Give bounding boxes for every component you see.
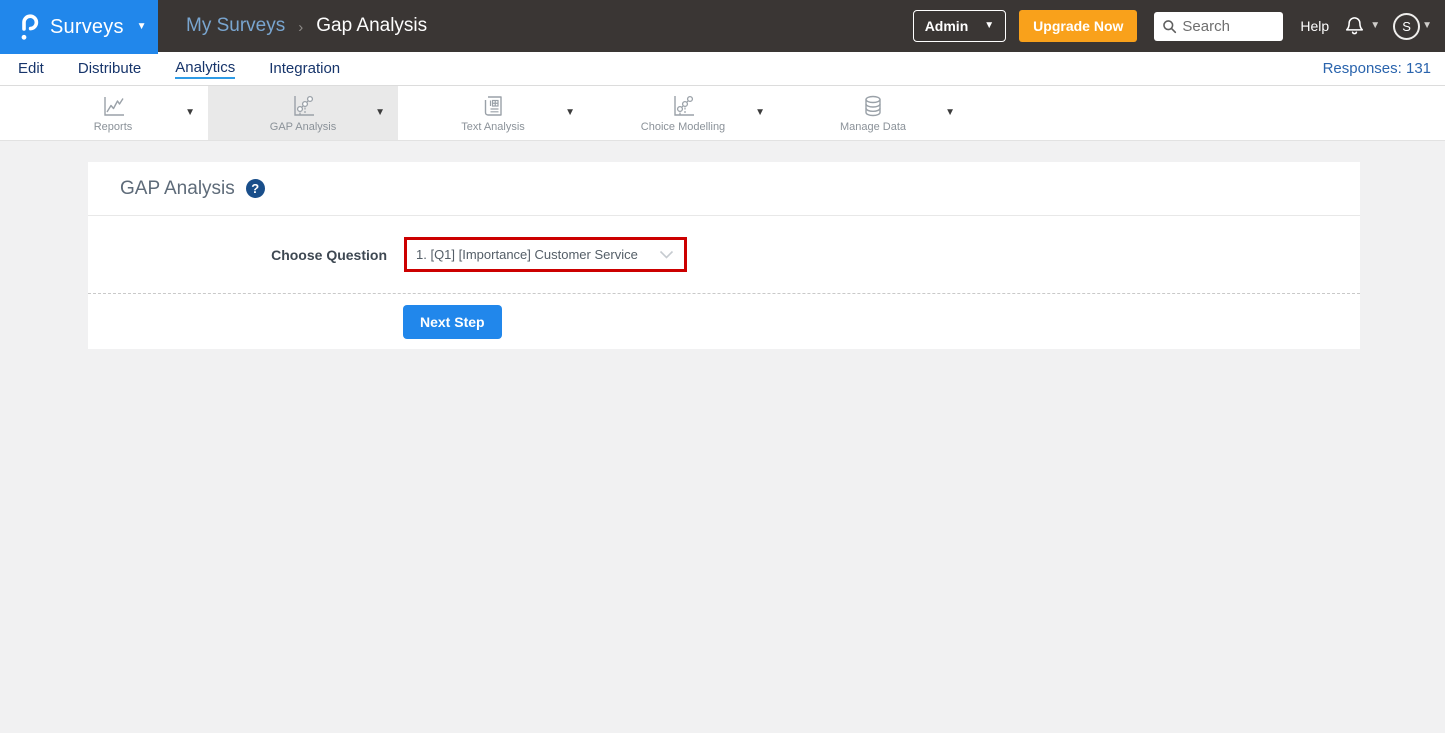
chevron-down-icon xyxy=(659,250,674,259)
tab-choice-modelling[interactable]: Choice Modelling ▼ xyxy=(588,86,778,140)
topbar-actions: Admin ▼ Upgrade Now Help ▼ xyxy=(913,10,1445,42)
document-grid-icon xyxy=(480,93,506,119)
upgrade-now-button[interactable]: Upgrade Now xyxy=(1019,10,1137,42)
analytics-toolbar: Reports ▼ GAP Analysis ▼ xyxy=(0,86,1445,141)
highlight-annotation-box: 1. [Q1] [Importance] Customer Service xyxy=(404,237,687,272)
breadcrumb-separator-icon: › xyxy=(298,19,303,36)
proprofs-p-logo-icon xyxy=(17,12,39,42)
choose-question-label: Choose Question xyxy=(88,247,387,263)
responses-count: Responses: 131 xyxy=(1323,52,1431,85)
chevron-down-icon[interactable]: ▼ xyxy=(185,107,195,118)
admin-dropdown-button[interactable]: Admin ▼ xyxy=(913,10,1006,42)
tab-text-analysis[interactable]: Text Analysis ▼ xyxy=(398,86,588,140)
bell-icon xyxy=(1343,14,1366,38)
search-icon xyxy=(1162,19,1177,34)
page-title: GAP Analysis xyxy=(120,178,235,200)
breadcrumb-current: Gap Analysis xyxy=(316,15,427,37)
nav-item-analytics[interactable]: Analytics xyxy=(175,52,235,85)
notifications-menu[interactable]: ▼ xyxy=(1343,14,1380,38)
card-header: GAP Analysis ? xyxy=(88,162,1360,216)
scatter-chart-icon xyxy=(670,93,696,119)
nav-item-edit[interactable]: Edit xyxy=(18,52,44,85)
line-chart-icon xyxy=(100,93,126,119)
search-input[interactable] xyxy=(1182,18,1274,35)
choose-question-row: Choose Question 1. [Q1] [Importance] Cus… xyxy=(88,216,1360,293)
avatar: S xyxy=(1393,13,1420,40)
breadcrumb: My Surveys › Gap Analysis xyxy=(186,15,427,37)
search-box xyxy=(1154,12,1283,41)
account-menu[interactable]: S ▼ xyxy=(1393,13,1432,40)
topbar: Surveys ▼ My Surveys › Gap Analysis Admi… xyxy=(0,0,1445,52)
main-content: GAP Analysis ? Choose Question 1. [Q1] [… xyxy=(0,141,1445,733)
product-name: Surveys xyxy=(50,16,124,39)
chevron-down-icon[interactable]: ▼ xyxy=(755,107,765,118)
card-footer: Next Step xyxy=(88,294,1360,349)
question-select-dropdown[interactable]: 1. [Q1] [Importance] Customer Service xyxy=(407,240,684,269)
tab-manage-data[interactable]: Manage Data ▼ xyxy=(778,86,968,140)
chevron-down-icon: ▼ xyxy=(1422,21,1432,31)
question-circle-icon[interactable]: ? xyxy=(246,179,265,198)
chevron-down-icon[interactable]: ▼ xyxy=(565,107,575,118)
scatter-chart-icon xyxy=(290,93,316,119)
gap-analysis-card: GAP Analysis ? Choose Question 1. [Q1] [… xyxy=(88,162,1360,349)
chevron-down-icon: ▼ xyxy=(137,22,147,32)
tab-gap-analysis[interactable]: GAP Analysis ▼ xyxy=(208,86,398,140)
nav-item-integration[interactable]: Integration xyxy=(269,52,340,85)
survey-nav: Edit Distribute Analytics Integration Re… xyxy=(0,52,1445,86)
question-select-value: 1. [Q1] [Importance] Customer Service xyxy=(416,247,638,262)
nav-item-distribute[interactable]: Distribute xyxy=(78,52,141,85)
breadcrumb-parent-link[interactable]: My Surveys xyxy=(186,15,285,37)
database-icon xyxy=(860,93,886,119)
chevron-down-icon: ▼ xyxy=(1370,21,1380,31)
help-link[interactable]: Help xyxy=(1300,18,1329,34)
chevron-down-icon[interactable]: ▼ xyxy=(945,107,955,118)
next-step-button[interactable]: Next Step xyxy=(403,305,502,339)
tab-reports[interactable]: Reports ▼ xyxy=(18,86,208,140)
admin-label: Admin xyxy=(925,18,969,34)
chevron-down-icon[interactable]: ▼ xyxy=(375,107,385,118)
chevron-down-icon: ▼ xyxy=(984,21,994,31)
product-switcher[interactable]: Surveys ▼ xyxy=(0,0,158,54)
